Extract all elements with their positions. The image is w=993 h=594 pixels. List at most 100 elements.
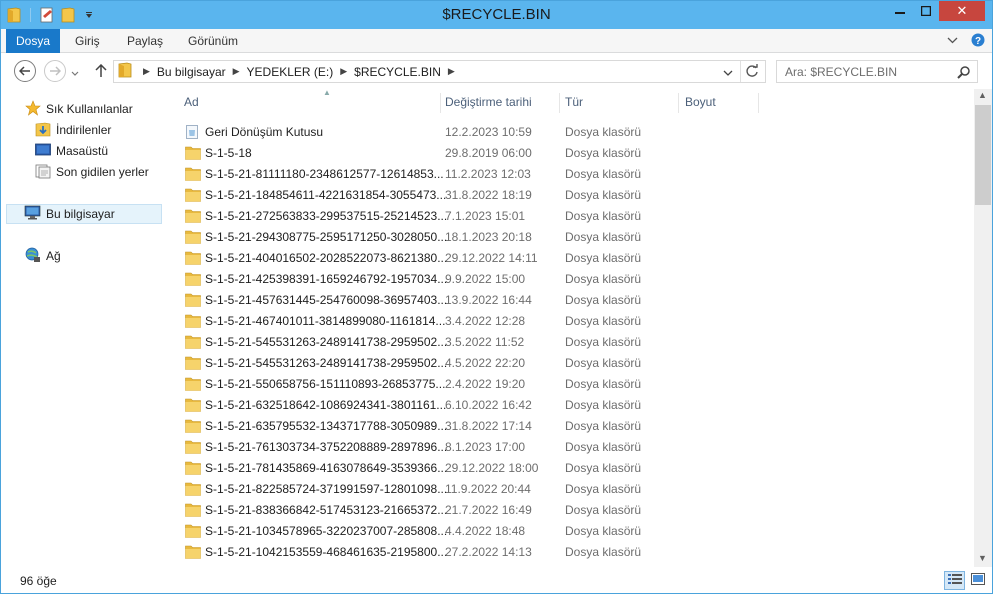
file-row[interactable]: S-1-5-21-545531263-2489141738-2959502...… xyxy=(165,352,975,373)
file-row[interactable]: S-1-5-21-550658756-151110893-26853775...… xyxy=(165,373,975,394)
folder-icon xyxy=(185,208,201,223)
help-icon[interactable]: ? xyxy=(970,32,986,48)
explorer-window: $RECYCLE.BIN ✕ Dosya Giriş Paylaş Görünü… xyxy=(0,0,993,594)
folder-icon xyxy=(185,145,201,160)
file-row[interactable]: Geri Dönüşüm Kutusu 12.2.2023 10:59 Dosya … xyxy=(165,121,975,142)
nav-favorites[interactable]: Sık Kullanılanlar xyxy=(25,99,133,119)
file-row[interactable]: S-1-5-21-822585724-371991597-12801098...… xyxy=(165,478,975,499)
file-date: 4.5.2022 22:20 xyxy=(445,356,526,370)
forward-button[interactable] xyxy=(44,60,66,82)
scroll-up-icon[interactable]: ▲ xyxy=(978,90,987,100)
details-view-button[interactable] xyxy=(944,571,965,590)
refresh-icon[interactable] xyxy=(745,64,759,81)
file-date: 18.1.2023 20:18 xyxy=(445,230,532,244)
nav-downloads[interactable]: İndirilenler xyxy=(35,120,111,140)
maximize-button[interactable] xyxy=(913,1,939,21)
file-row[interactable]: S-1-5-21-1034578965-3220237007-285808...… xyxy=(165,520,975,541)
back-button[interactable] xyxy=(14,60,36,82)
file-row[interactable]: S-1-5-21-272563833-299537515-25214523...… xyxy=(165,205,975,226)
breadcrumb-separator-icon[interactable]: ▶ xyxy=(143,66,150,77)
nav-favorites-label: Sık Kullanılanlar xyxy=(46,102,133,116)
breadcrumb-recycle-bin[interactable]: $RECYCLE.BIN xyxy=(354,65,441,79)
close-button[interactable]: ✕ xyxy=(939,1,985,21)
file-row[interactable]: S-1-5-21-467401011-3814899080-1161814...… xyxy=(165,310,975,331)
file-row[interactable]: S-1-5-21-1042153559-468461635-2195800...… xyxy=(165,541,975,562)
file-type: Dosya klasörü xyxy=(565,335,642,349)
breadcrumb-separator-icon[interactable]: ▶ xyxy=(233,66,240,77)
window-controls: ✕ xyxy=(887,1,985,21)
file-row[interactable]: S-1-5-21-632518642-1086924341-3801161...… xyxy=(165,394,975,415)
nav-recent-places-label: Son gidilen yerler xyxy=(56,165,149,179)
folder-icon xyxy=(185,460,201,475)
breadcrumb-drive[interactable]: YEDEKLER (E:) xyxy=(247,65,334,79)
column-header-size[interactable]: Boyut xyxy=(685,89,757,115)
file-row[interactable]: S-1-5-21-457631445-254760098-36957403...… xyxy=(165,289,975,310)
tab-share[interactable]: Paylaş xyxy=(127,29,163,53)
address-history-chevron-icon[interactable] xyxy=(723,66,733,80)
column-header-date[interactable]: Değiştirme tarihi xyxy=(445,89,555,115)
file-date: 8.1.2023 17:00 xyxy=(445,440,526,454)
file-type: Dosya klasörü xyxy=(565,251,642,265)
nav-recent-places[interactable]: Son gidilen yerler xyxy=(35,162,149,182)
search-placeholder: Ara: $RECYCLE.BIN xyxy=(785,65,898,79)
tab-home[interactable]: Giriş xyxy=(75,29,100,53)
scrollbar-thumb[interactable] xyxy=(975,105,991,205)
file-type: Dosya klasörü xyxy=(565,482,642,496)
breadcrumb-separator-icon[interactable]: ▶ xyxy=(340,66,347,77)
file-date: 3.5.2022 11:52 xyxy=(445,335,525,349)
breadcrumb-this-pc[interactable]: Bu bilgisayar xyxy=(157,65,226,79)
nav-network[interactable]: Ağ xyxy=(25,246,61,266)
file-type: Dosya klasörü xyxy=(565,125,642,139)
file-row[interactable]: S-1-5-21-81111180-2348612577-12614853...… xyxy=(165,163,975,184)
file-type: Dosya klasörü xyxy=(565,188,642,202)
file-type: Dosya klasörü xyxy=(565,356,642,370)
file-row[interactable]: S-1-5-21-294308775-2595171250-3028050...… xyxy=(165,226,975,247)
vertical-scrollbar[interactable]: ▲ ▼ xyxy=(974,89,992,567)
content-area: Sık Kullanılanlar İndirilenler Masaüstü … xyxy=(1,88,992,567)
breadcrumb-separator-icon[interactable]: ▶ xyxy=(448,66,455,77)
file-name: S-1-5-21-81111180-2348612577-12614853... xyxy=(205,167,444,181)
column-header-type[interactable]: Tür xyxy=(565,89,675,115)
folder-icon xyxy=(185,523,201,538)
folder-icon xyxy=(185,313,201,328)
folder-icon xyxy=(118,62,132,81)
search-input[interactable]: Ara: $RECYCLE.BIN xyxy=(776,60,978,83)
up-button[interactable] xyxy=(90,60,112,82)
file-row[interactable]: S-1-5-21-184854611-4221631854-3055473...… xyxy=(165,184,975,205)
file-row[interactable]: S-1-5-21-838366842-517453123-21665372...… xyxy=(165,499,975,520)
tab-view[interactable]: Görünüm xyxy=(188,29,238,53)
file-name: S-1-5-21-457631445-254760098-36957403... xyxy=(205,293,448,307)
nav-desktop[interactable]: Masaüstü xyxy=(35,141,108,161)
file-row[interactable]: S-1-5-21-761303734-3752208889-2897896...… xyxy=(165,436,975,457)
nav-this-pc[interactable]: Bu bilgisayar xyxy=(6,204,162,224)
file-name: S-1-5-21-294308775-2595171250-3028050... xyxy=(205,230,448,244)
address-bar[interactable]: ▶ Bu bilgisayar ▶ YEDEKLER (E:) ▶ $RECYC… xyxy=(113,60,766,83)
file-row[interactable]: S-1-5-21-781435869-4163078649-3539366...… xyxy=(165,457,975,478)
tab-file[interactable]: Dosya xyxy=(6,29,60,53)
folder-icon xyxy=(185,166,201,181)
scroll-down-icon[interactable]: ▼ xyxy=(978,553,987,563)
file-name: S-1-5-21-184854611-4221631854-3055473... xyxy=(205,188,447,202)
file-name: S-1-5-21-635795532-1343717788-3050989... xyxy=(205,419,448,433)
file-name: S-1-5-21-822585724-371991597-12801098... xyxy=(205,482,448,496)
desktop-icon xyxy=(35,143,51,160)
search-icon[interactable] xyxy=(957,65,971,82)
file-name: S-1-5-21-781435869-4163078649-3539366... xyxy=(205,461,448,475)
computer-icon xyxy=(24,205,41,223)
nav-desktop-label: Masaüstü xyxy=(56,144,109,158)
file-row[interactable]: S-1-5-21-545531263-2489141738-2959502...… xyxy=(165,331,975,352)
expand-ribbon-icon[interactable] xyxy=(944,32,960,48)
minimize-button[interactable] xyxy=(887,1,913,21)
column-header-name[interactable]: Ad ▲ xyxy=(184,88,440,115)
file-row[interactable]: S-1-5-21-635795532-1343717788-3050989...… xyxy=(165,415,975,436)
ribbon-right-controls: ? xyxy=(944,32,986,48)
file-row[interactable]: S-1-5-21-425398391-1659246792-1957034...… xyxy=(165,268,975,289)
recent-locations-chevron-icon[interactable] xyxy=(71,66,79,80)
file-name: S-1-5-18 xyxy=(205,146,252,160)
file-row[interactable]: S-1-5-21-404016502-2028522073-8621380...… xyxy=(165,247,975,268)
large-icons-view-button[interactable] xyxy=(967,571,988,590)
file-date: 7.1.2023 15:01 xyxy=(445,209,526,223)
file-name: S-1-5-21-1042153559-468461635-2195800... xyxy=(205,545,448,559)
file-date: 29.8.2019 06:00 xyxy=(445,146,532,160)
file-row[interactable]: S-1-5-18 29.8.2019 06:00 Dosya klasörü xyxy=(165,142,975,163)
